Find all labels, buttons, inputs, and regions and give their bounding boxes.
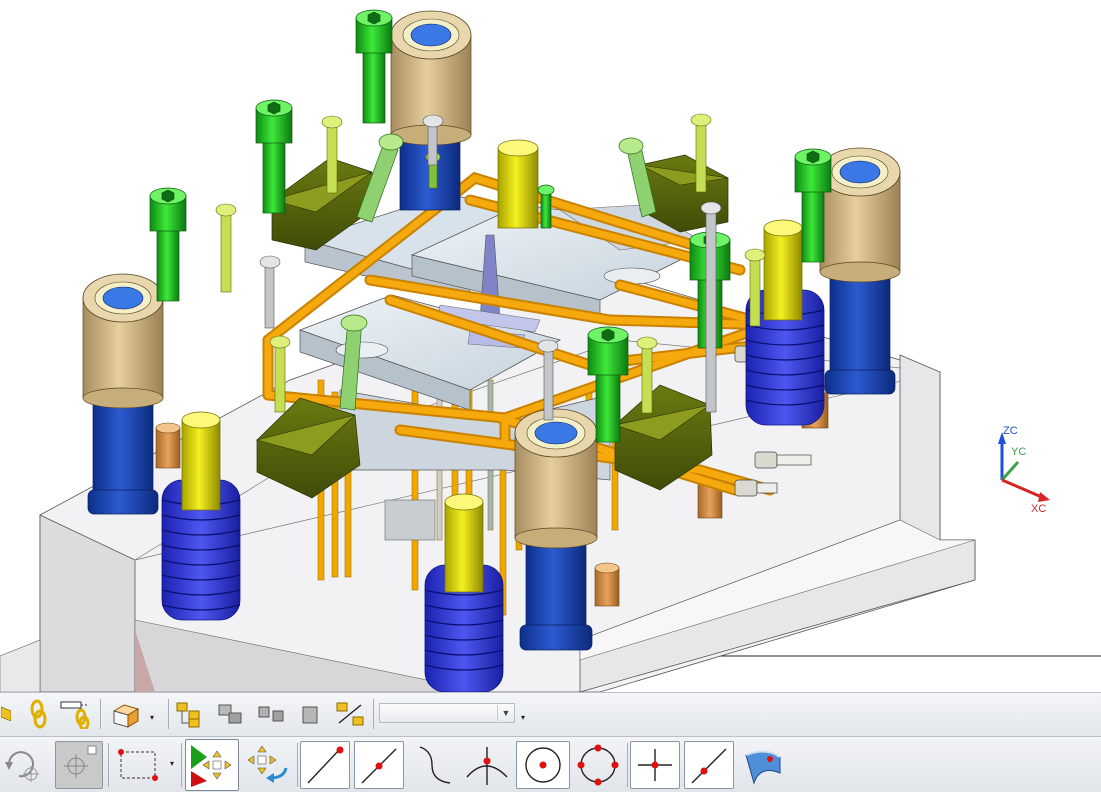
component-icon[interactable] [0, 699, 12, 729]
toolbar-separator [297, 743, 298, 787]
toolbar-separator [627, 743, 628, 787]
triad-yc-label: YC [1011, 446, 1027, 458]
toolbar-separator [181, 743, 182, 787]
existing-point-icon[interactable] [630, 741, 680, 789]
triad-xc-label: XC [1031, 503, 1047, 515]
coordinate-triad-graphic [998, 432, 1050, 502]
add-component-icon[interactable] [294, 698, 326, 730]
wave-geometry-linker-icon[interactable] [58, 698, 94, 730]
enable-snap-point-icon[interactable] [185, 739, 239, 791]
quadrant-point-icon[interactable] [572, 741, 624, 789]
arc-center-icon[interactable] [516, 741, 570, 789]
mid-point-icon[interactable] [354, 741, 404, 789]
clear-snap-point-icon[interactable] [243, 741, 293, 789]
triad-zc-label: ZC [1003, 425, 1018, 437]
mold-assembly-model[interactable] [0, 0, 1101, 692]
intersection-point-icon[interactable] [460, 741, 512, 789]
undo-arrow-icon[interactable] [0, 741, 48, 789]
replace-component-icon[interactable] [214, 698, 250, 730]
explode-view-icon[interactable] [332, 698, 368, 730]
point-on-curve-snap-icon[interactable] [684, 741, 734, 789]
graphics-window[interactable]: ZC YC XC [0, 0, 1101, 692]
control-point-icon[interactable] [408, 741, 458, 789]
selection-filter-combo[interactable] [379, 703, 515, 723]
toolbar-overflow-icon[interactable]: ▾ [521, 713, 525, 722]
box-select-dropdown-icon[interactable]: ▾ [170, 759, 174, 768]
snap-point-toolbar: ▾ [0, 736, 1101, 792]
chevron-down-icon[interactable]: ▼ [497, 705, 514, 721]
work-plane-icon[interactable] [55, 741, 103, 789]
point-on-face-icon[interactable] [738, 741, 788, 789]
toolbar-separator [373, 699, 374, 729]
end-point-icon[interactable] [300, 741, 350, 789]
assembly-constraints-icon[interactable] [24, 698, 52, 730]
view-solid-icon[interactable] [106, 698, 146, 730]
mirror-assembly-icon[interactable] [254, 698, 288, 730]
toolbar-separator [108, 743, 109, 787]
view-solid-dropdown-icon[interactable]: ▾ [150, 713, 154, 722]
assembly-tree-icon[interactable] [174, 698, 210, 730]
box-select-icon[interactable] [112, 741, 164, 789]
assembly-toolbar: ▾ ▾ [0, 692, 1101, 736]
toolbar-separator [168, 699, 169, 729]
toolbar-separator [100, 699, 101, 729]
